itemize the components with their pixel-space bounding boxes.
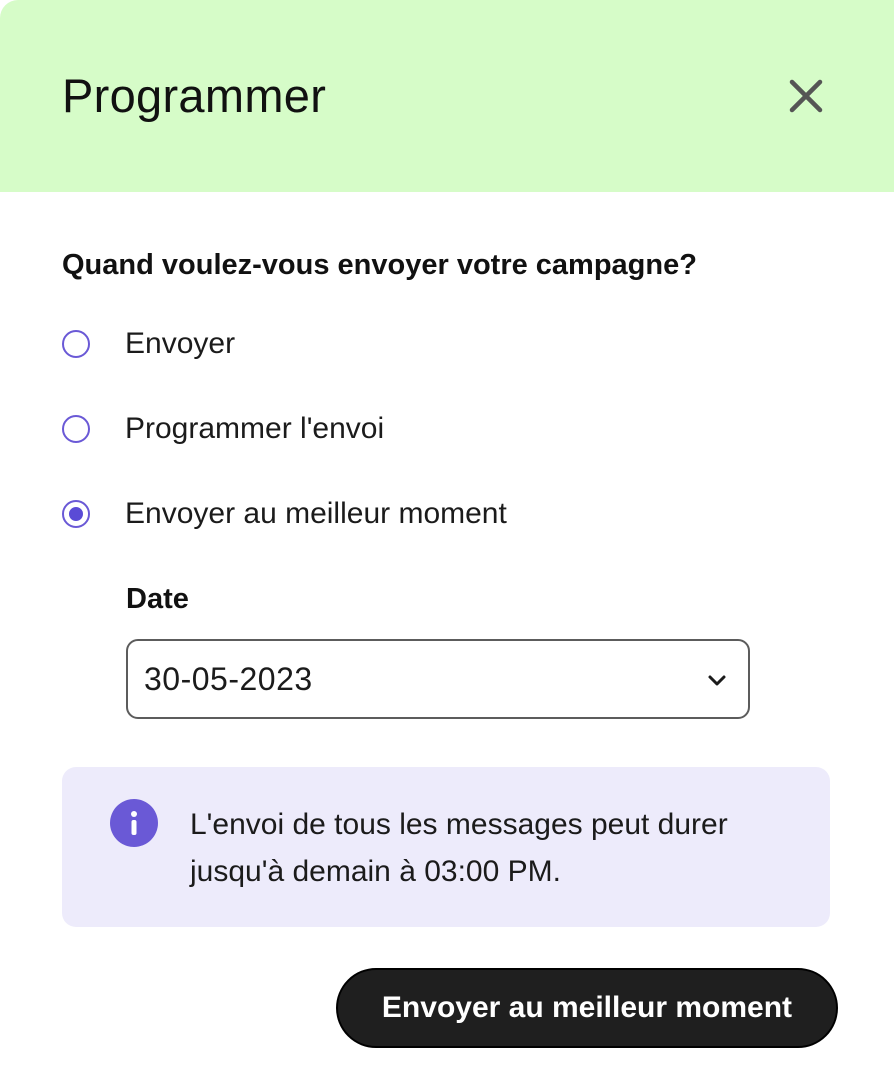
info-banner: L'envoi de tous les messages peut durer … bbox=[62, 767, 830, 927]
option-best-time[interactable]: Envoyer au meilleur moment bbox=[62, 492, 507, 536]
option-best-time-label: Envoyer au meilleur moment bbox=[125, 497, 507, 530]
modal-title: Programmer bbox=[62, 69, 327, 122]
info-text: L'envoi de tous les messages peut durer … bbox=[190, 801, 790, 895]
date-value: 30-05-2023 bbox=[144, 661, 313, 697]
info-text-line-1: L'envoi de tous les messages peut durer bbox=[190, 808, 728, 841]
radio-send-now[interactable] bbox=[62, 330, 90, 358]
radio-best-time[interactable] bbox=[62, 500, 90, 528]
schedule-modal: Programmer Quand voulez-vous envoyer vot… bbox=[0, 0, 894, 1084]
info-text-line-2: jusqu'à demain à 03:00 PM. bbox=[190, 855, 561, 888]
close-button[interactable] bbox=[782, 72, 830, 120]
option-schedule[interactable]: Programmer l'envoi bbox=[62, 407, 384, 451]
date-select[interactable]: 30-05-2023 bbox=[126, 639, 750, 719]
option-send-now[interactable]: Envoyer bbox=[62, 322, 235, 366]
info-icon bbox=[110, 799, 158, 847]
send-time-question: Quand voulez-vous envoyer votre campagne… bbox=[62, 249, 697, 281]
option-send-now-label: Envoyer bbox=[125, 327, 236, 360]
date-label: Date bbox=[126, 583, 189, 615]
close-icon bbox=[789, 79, 823, 113]
option-schedule-label: Programmer l'envoi bbox=[125, 412, 385, 445]
send-best-time-button[interactable]: Envoyer au meilleur moment bbox=[336, 968, 838, 1048]
radio-schedule[interactable] bbox=[62, 415, 90, 443]
modal-header: Programmer bbox=[0, 0, 894, 192]
chevron-down-icon bbox=[708, 675, 726, 686]
